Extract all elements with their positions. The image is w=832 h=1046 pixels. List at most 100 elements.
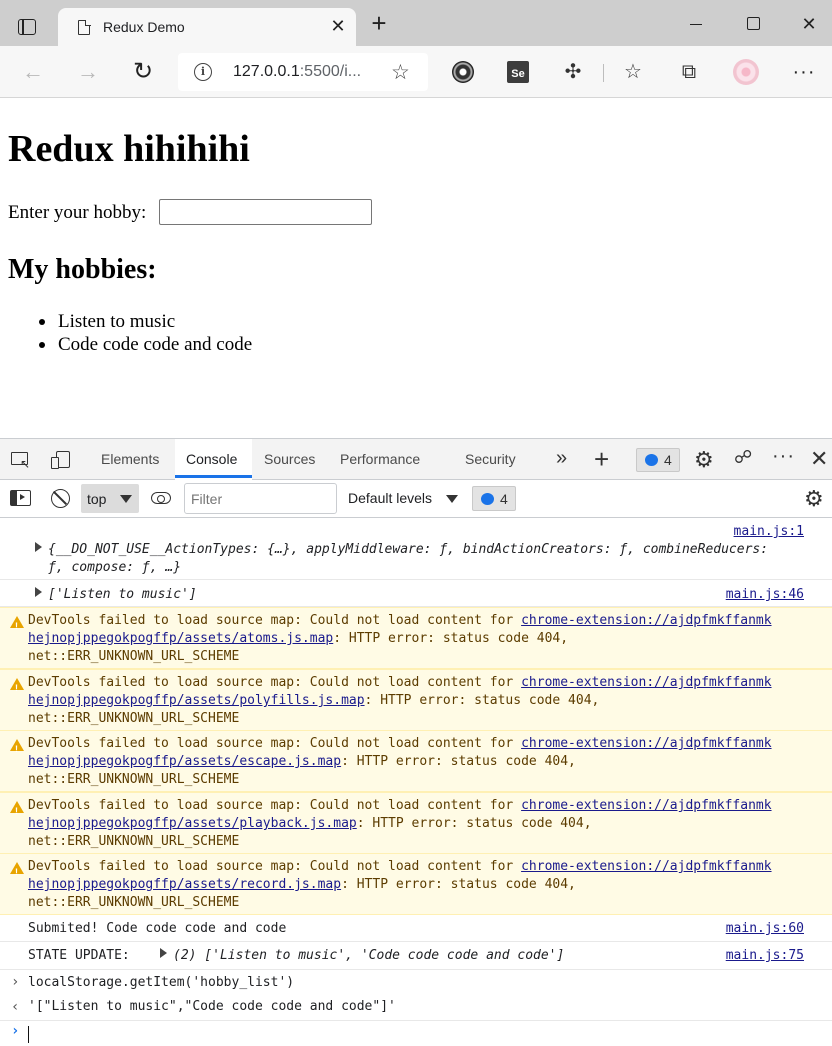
- expand-arrow-icon[interactable]: [35, 542, 42, 552]
- tab-console[interactable]: Console: [186, 451, 237, 467]
- warning-icon: [10, 678, 24, 697]
- warning-message: DevTools failed to load source map: Coul…: [0, 792, 832, 854]
- source-map-link[interactable]: hejnopjppegokpogffp/assets/atoms.js.map: [28, 631, 333, 646]
- result-text: '["Listen to music","Code code code and …: [28, 999, 396, 1014]
- warning-icon: [10, 801, 24, 820]
- text-cursor: [28, 1026, 30, 1043]
- feedback-icon[interactable]: ☍: [734, 447, 752, 468]
- list-item: Code code code and code: [38, 334, 253, 355]
- favorites-icon[interactable]: ☆: [620, 59, 646, 85]
- console-settings-icon[interactable]: ⚙: [804, 486, 824, 512]
- source-map-link[interactable]: chrome-extension://ajdpfmkffanmk: [521, 736, 771, 751]
- warning-message: DevTools failed to load source map: Coul…: [0, 730, 832, 792]
- title-bar: Redux Demo ✕ + ✕: [0, 0, 832, 46]
- input-chevron-icon: ›: [11, 974, 20, 990]
- site-info-icon[interactable]: i: [194, 63, 212, 81]
- close-tab-icon[interactable]: ✕: [328, 16, 348, 36]
- show-sidebar-icon[interactable]: [10, 490, 31, 506]
- console-messages: main.js:1 {__DO_NOT_USE__ActionTypes: {……: [0, 518, 832, 1046]
- console-prompt[interactable]: ›: [0, 1021, 832, 1046]
- toolbar-divider: [603, 64, 604, 82]
- page-content: Redux hihihihi Enter your hobby: My hobb…: [0, 98, 832, 438]
- log-array[interactable]: (2) ['Listen to music', 'Code code code …: [160, 947, 564, 965]
- new-tab-button[interactable]: +: [368, 10, 390, 36]
- tab-actions-icon[interactable]: [18, 19, 36, 35]
- source-map-link[interactable]: chrome-extension://ajdpfmkffanmk: [521, 859, 771, 874]
- source-link[interactable]: main.js:75: [726, 947, 804, 965]
- source-map-link[interactable]: hejnopjppegokpogffp/assets/polyfills.js.…: [28, 693, 365, 708]
- console-issues-badge[interactable]: 4: [472, 486, 516, 511]
- log-levels-select[interactable]: Default levels: [348, 490, 432, 506]
- extensions-puzzle-icon[interactable]: ✣: [560, 59, 586, 85]
- collections-icon[interactable]: ⧉: [676, 59, 702, 85]
- active-tab-indicator: [175, 475, 252, 478]
- context-select[interactable]: top: [81, 484, 139, 513]
- message-icon: [481, 493, 494, 505]
- add-favorite-icon[interactable]: ☆: [391, 60, 410, 85]
- tab-security[interactable]: Security: [465, 451, 516, 467]
- address-bar[interactable]: i 127.0.0.1:5500/i... ☆: [178, 53, 428, 91]
- source-link[interactable]: main.js:60: [726, 920, 804, 938]
- source-map-link[interactable]: hejnopjppegokpogffp/assets/escape.js.map: [28, 754, 341, 769]
- issues-badge[interactable]: 4: [636, 448, 680, 472]
- devtools-menu-icon[interactable]: ···: [772, 445, 795, 468]
- console-message: main.js:1 {__DO_NOT_USE__ActionTypes: {……: [0, 518, 832, 580]
- chevron-down-icon: [120, 495, 132, 503]
- add-tool-icon[interactable]: +: [594, 444, 609, 475]
- profile-avatar[interactable]: [733, 59, 759, 85]
- filter-input[interactable]: [184, 483, 337, 514]
- console-result: ‹ '["Listen to music","Code code code an…: [0, 995, 832, 1021]
- source-map-link[interactable]: chrome-extension://ajdpfmkffanmk: [521, 675, 771, 690]
- maximize-button[interactable]: [741, 12, 765, 36]
- document-icon: [78, 19, 91, 35]
- log-text: Submited! Code code code and code: [28, 921, 287, 936]
- console-toolbar: top Default levels 4 ⚙: [0, 480, 832, 518]
- devtools-settings-icon[interactable]: ⚙: [694, 447, 714, 473]
- reload-button[interactable]: ↻: [130, 59, 156, 85]
- warning-message: DevTools failed to load source map: Coul…: [0, 853, 832, 915]
- source-link[interactable]: main.js:46: [726, 586, 804, 604]
- tab-sources[interactable]: Sources: [264, 451, 315, 467]
- close-devtools-icon[interactable]: ✕: [810, 446, 828, 472]
- url-text[interactable]: 127.0.0.1:5500/i...: [233, 63, 361, 81]
- minimize-button[interactable]: [684, 12, 708, 36]
- result-chevron-icon: ‹: [11, 999, 20, 1015]
- warning-icon: [10, 616, 24, 635]
- more-tabs-icon[interactable]: »: [556, 447, 567, 470]
- extension-icon[interactable]: [450, 59, 476, 85]
- hobby-label: Enter your hobby:: [8, 202, 147, 223]
- hobby-input[interactable]: [159, 199, 372, 225]
- expand-arrow-icon[interactable]: [160, 948, 167, 958]
- console-message: ['Listen to music'] main.js:46: [0, 581, 832, 607]
- live-expression-icon[interactable]: [151, 492, 171, 504]
- source-map-link[interactable]: hejnopjppegokpogffp/assets/playback.js.m…: [28, 816, 357, 831]
- page-title: Redux hihihihi: [8, 128, 250, 170]
- list-item: Listen to music: [38, 310, 252, 333]
- warning-icon: [10, 739, 24, 758]
- source-map-link[interactable]: chrome-extension://ajdpfmkffanmk: [521, 613, 771, 628]
- inspect-element-icon[interactable]: ↖: [10, 449, 32, 471]
- selenium-extension-icon[interactable]: Se: [505, 59, 531, 85]
- console-input-echo: › localStorage.getItem('hobby_list'): [0, 970, 832, 995]
- forward-button[interactable]: →: [75, 59, 101, 85]
- tab-performance[interactable]: Performance: [340, 451, 420, 467]
- device-emulation-icon[interactable]: [50, 449, 72, 471]
- expand-arrow-icon[interactable]: [35, 587, 42, 597]
- message-icon: [645, 454, 658, 466]
- chevron-down-icon: [446, 495, 458, 503]
- hobby-list: Listen to music Code code code and code: [38, 310, 253, 356]
- clear-console-icon[interactable]: [51, 489, 70, 508]
- log-object[interactable]: {__DO_NOT_USE__ActionTypes: {…}, applyMi…: [35, 541, 768, 559]
- warning-message: DevTools failed to load source map: Coul…: [0, 607, 832, 669]
- devtools-tab-bar: ↖ Elements Console Sources Performance S…: [0, 439, 832, 480]
- source-map-link[interactable]: chrome-extension://ajdpfmkffanmk: [521, 798, 771, 813]
- log-array[interactable]: ['Listen to music']: [35, 586, 197, 604]
- source-link[interactable]: main.js:1: [734, 523, 804, 541]
- tab-elements[interactable]: Elements: [101, 451, 159, 467]
- close-window-button[interactable]: ✕: [797, 12, 821, 36]
- browser-tab[interactable]: Redux Demo ✕: [58, 8, 356, 46]
- hobbies-heading: My hobbies:: [8, 254, 157, 285]
- source-map-link[interactable]: hejnopjppegokpogffp/assets/record.js.map: [28, 877, 341, 892]
- back-button[interactable]: ←: [20, 59, 46, 85]
- settings-menu-icon[interactable]: ···: [791, 59, 817, 85]
